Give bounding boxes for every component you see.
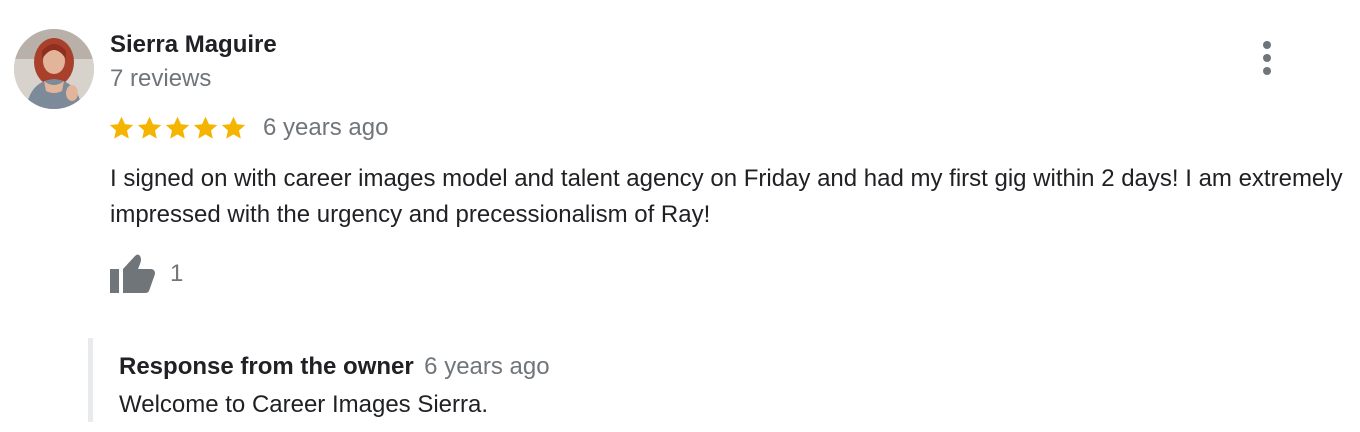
star-icon [108,115,135,142]
like-button[interactable] [108,253,156,295]
avatar[interactable] [14,29,94,109]
like-row: 1 [108,252,183,296]
more-options-button[interactable] [1252,38,1282,78]
star-icon [220,115,247,142]
star-icon [192,115,219,142]
response-text: Welcome to Career Images Sierra. [119,391,489,418]
review-date: 6 years ago [263,114,389,141]
star-icon [164,115,191,142]
more-vert-icon [1263,41,1271,75]
response-date: 6 years ago [424,353,550,380]
review-text: I signed on with career images model and… [110,165,1343,228]
like-count: 1 [170,260,184,287]
avatar-photo [14,29,94,109]
response-title: Response from the owner [119,353,414,380]
star-icon [136,115,163,142]
reviewer-name[interactable]: Sierra Maguire [110,30,277,60]
rating-row: 6 years ago [108,112,388,144]
owner-response: Response from the owner 6 years ago Welc… [88,338,1273,422]
star-rating [108,115,247,142]
thumbs-up-icon [110,254,155,293]
response-header: Response from the owner 6 years ago [119,352,550,385]
review-count[interactable]: 7 reviews [110,64,211,94]
